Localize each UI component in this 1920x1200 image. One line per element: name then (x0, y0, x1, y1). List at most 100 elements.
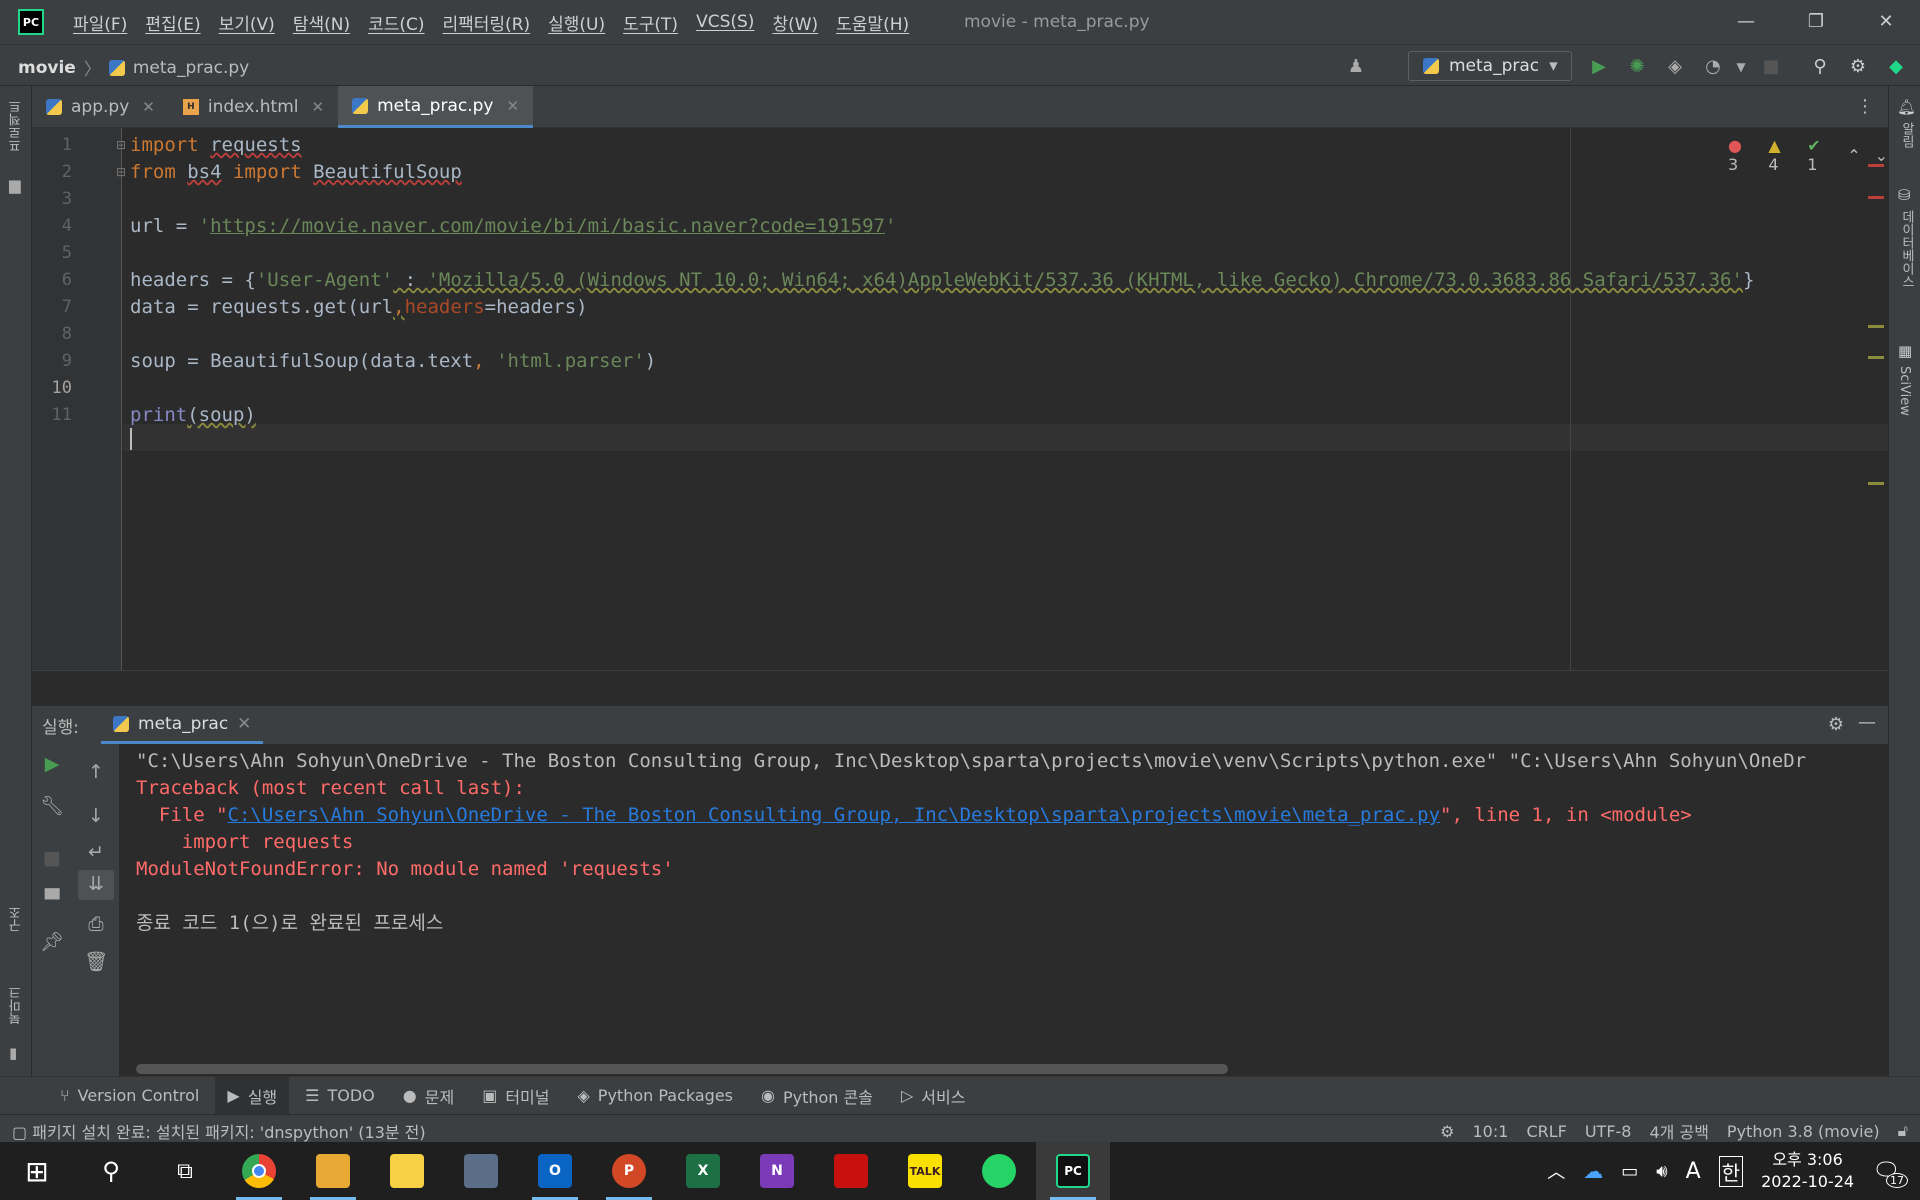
debug-icon[interactable]: ✺ (1625, 55, 1649, 79)
error-stripe-mark[interactable] (1868, 196, 1884, 199)
menu-tools[interactable]: 도구(T) (614, 10, 687, 35)
more-run-options-icon[interactable]: ▼ (1729, 55, 1753, 79)
taskbar-sticky-notes[interactable] (370, 1142, 444, 1200)
taskbar-excel[interactable]: X (666, 1142, 740, 1200)
taskbar-pycharm[interactable]: PC (1036, 1142, 1110, 1200)
notifications-tool-tab[interactable]: 알림 (1897, 122, 1916, 148)
code-editor[interactable]: 1 2 3 4 5 6 7 8 9 10 11 ⊟ ⊟ import reque… (32, 128, 1888, 670)
menu-window[interactable]: 창(W) (763, 10, 827, 35)
taskbar-calculator[interactable] (444, 1142, 518, 1200)
warning-stripe-mark[interactable] (1868, 356, 1884, 359)
run-icon[interactable]: ▶ (1587, 55, 1611, 79)
scroll-down-arrow-icon[interactable]: ↓ (82, 802, 110, 830)
database-tool-tab[interactable]: 데이터베이스 (1897, 210, 1916, 288)
panel-splitter[interactable] (32, 670, 1888, 706)
lock-icon[interactable]: 🔓︎ (1898, 1121, 1908, 1141)
status-message[interactable]: ▢ 패키지 설치 완료: 설치된 패키지: 'dnspython' (13분 전… (12, 1119, 426, 1143)
url-string[interactable]: https://movie.naver.com/movie/bi/mi/basi… (210, 215, 885, 237)
breadcrumb-project[interactable]: movie (18, 58, 76, 78)
menu-refactor[interactable]: 리팩터링(R) (434, 10, 540, 35)
inspection-widget[interactable]: ● 3 ▲ 4 ✔ 1 ⌃ ⌄ (1728, 136, 1888, 174)
typo-count[interactable]: ✔ 1 (1807, 136, 1833, 174)
print-icon[interactable]: ⎙ (82, 910, 110, 938)
background-tasks-icon[interactable]: ⚙ (1440, 1122, 1454, 1141)
taskbar-acrobat[interactable] (814, 1142, 888, 1200)
ime-mode-indicator[interactable]: A (1686, 1159, 1701, 1184)
jetbrains-toolbox-icon[interactable]: ◆ (1884, 55, 1908, 79)
panel-toggle-icon[interactable]: ▢ (12, 1123, 27, 1142)
menu-code[interactable]: 코드(C) (359, 10, 433, 35)
more-options-icon[interactable]: ⋮ (1856, 96, 1874, 117)
warnings-count[interactable]: ▲ 4 (1768, 136, 1793, 174)
next-highlight-icon[interactable]: ⌄ (1875, 146, 1888, 165)
taskbar-whatsapp[interactable] (962, 1142, 1036, 1200)
taskbar-file-explorer[interactable] (296, 1142, 370, 1200)
tool-tab-version-control[interactable]: ⑂ Version Control (48, 1077, 211, 1115)
tool-tab-services[interactable]: ▷ 서비스 (889, 1077, 977, 1115)
trash-icon[interactable]: 🗑︎ (82, 948, 110, 976)
volume-icon[interactable]: 🔊︎ (1656, 1161, 1667, 1182)
rerun-icon[interactable]: ▶ (38, 750, 66, 778)
caret-position[interactable]: 10:1 (1473, 1122, 1509, 1141)
menu-navigate[interactable]: 탐색(N) (284, 10, 359, 35)
structure-tool-tab[interactable]: 구조 (7, 906, 26, 932)
layout-icon[interactable]: ▀ (38, 886, 66, 914)
notifications-bell-icon[interactable]: 🔔︎ (1897, 98, 1916, 116)
scroll-to-end-icon[interactable]: ⇊ (78, 870, 114, 900)
hide-panel-icon[interactable]: — (1858, 712, 1876, 733)
show-hidden-icons-chevron-icon[interactable]: ︿ (1547, 1158, 1565, 1184)
stop-icon[interactable]: ■ (38, 844, 66, 872)
notification-center-icon[interactable]: 🗨︎ 17 (1872, 1159, 1908, 1188)
tab-index-html[interactable]: H index.html ✕ (169, 86, 338, 128)
restore-button[interactable]: ❐ (1796, 8, 1836, 36)
tool-tab-python-packages[interactable]: ◈ Python Packages (565, 1077, 745, 1115)
errors-count[interactable]: ● 3 (1728, 136, 1754, 174)
soft-wrap-icon[interactable]: ↵ (82, 838, 110, 866)
taskbar-chrome[interactable] (222, 1142, 296, 1200)
previous-highlight-icon[interactable]: ⌃ (1847, 146, 1860, 165)
coverage-icon[interactable]: ◈ (1663, 55, 1687, 79)
line-separator[interactable]: CRLF (1526, 1122, 1566, 1141)
task-view-button[interactable]: ⧉ (148, 1142, 222, 1200)
profile-icon[interactable]: ◔ (1701, 55, 1725, 79)
project-tool-tab[interactable]: 프로젝트 (7, 100, 26, 152)
run-configuration-select[interactable]: meta_prac ▾ (1408, 51, 1572, 81)
file-encoding[interactable]: UTF-8 (1585, 1122, 1632, 1141)
menu-run[interactable]: 실행(U) (539, 10, 614, 35)
close-window-button[interactable]: ✕ (1866, 8, 1906, 36)
breadcrumb-file[interactable]: meta_prac.py (133, 58, 249, 78)
close-tab-icon[interactable]: ✕ (506, 97, 519, 115)
warning-stripe-mark[interactable] (1868, 325, 1884, 328)
minimize-button[interactable]: — (1726, 8, 1766, 36)
stop-icon[interactable]: ■ (1759, 55, 1783, 79)
pin-tab-icon[interactable]: 📌︎ (38, 928, 66, 956)
search-button[interactable]: ⚲ (74, 1142, 148, 1200)
tab-app-py[interactable]: app.py ✕ (32, 86, 169, 128)
start-button[interactable]: ⊞ (0, 1142, 74, 1200)
run-tab-meta-prac[interactable]: meta_prac ✕ (101, 706, 264, 744)
bookmarks-tool-tab[interactable]: 북마크 (7, 986, 26, 1025)
traceback-file-link[interactable]: C:\Users\Ahn Sohyun\OneDrive - The Bosto… (228, 804, 1441, 826)
ime-hangul-indicator[interactable]: 한 (1718, 1155, 1744, 1187)
taskbar-clock[interactable]: 오후 3:06 2022-10-24 (1761, 1149, 1854, 1193)
run-settings-gear-icon[interactable]: ⚙ (1828, 714, 1844, 735)
horizontal-scrollbar[interactable] (136, 1064, 1228, 1074)
modify-config-wrench-icon[interactable]: 🔧︎ (38, 792, 66, 820)
warning-stripe-mark[interactable] (1868, 482, 1884, 485)
settings-gear-icon[interactable]: ⚙ (1846, 55, 1870, 79)
menu-file[interactable]: 파일(F) (64, 10, 136, 35)
sciview-tool-tab[interactable]: SciView (1897, 366, 1912, 416)
scroll-up-arrow-icon[interactable]: ↑ (82, 758, 110, 786)
menu-edit[interactable]: 편집(E) (136, 10, 209, 35)
taskbar-powerpoint[interactable]: P (592, 1142, 666, 1200)
tool-tab-python-console[interactable]: ◉ Python 콘솔 (749, 1077, 885, 1115)
error-stripe-mark[interactable] (1868, 164, 1884, 167)
tool-tab-terminal[interactable]: ▣ 터미널 (470, 1077, 561, 1115)
fold-icon[interactable]: ⊟ (116, 165, 126, 179)
run-console-output[interactable]: "C:\Users\Ahn Sohyun\OneDrive - The Bost… (120, 744, 1888, 1076)
battery-icon[interactable]: ▭ (1621, 1161, 1638, 1182)
close-tab-icon[interactable]: ✕ (142, 98, 155, 116)
tool-tab-run[interactable]: ▶ 실행 (215, 1076, 290, 1115)
close-run-tab-icon[interactable]: ✕ (237, 714, 251, 734)
taskbar-onenote[interactable]: N (740, 1142, 814, 1200)
